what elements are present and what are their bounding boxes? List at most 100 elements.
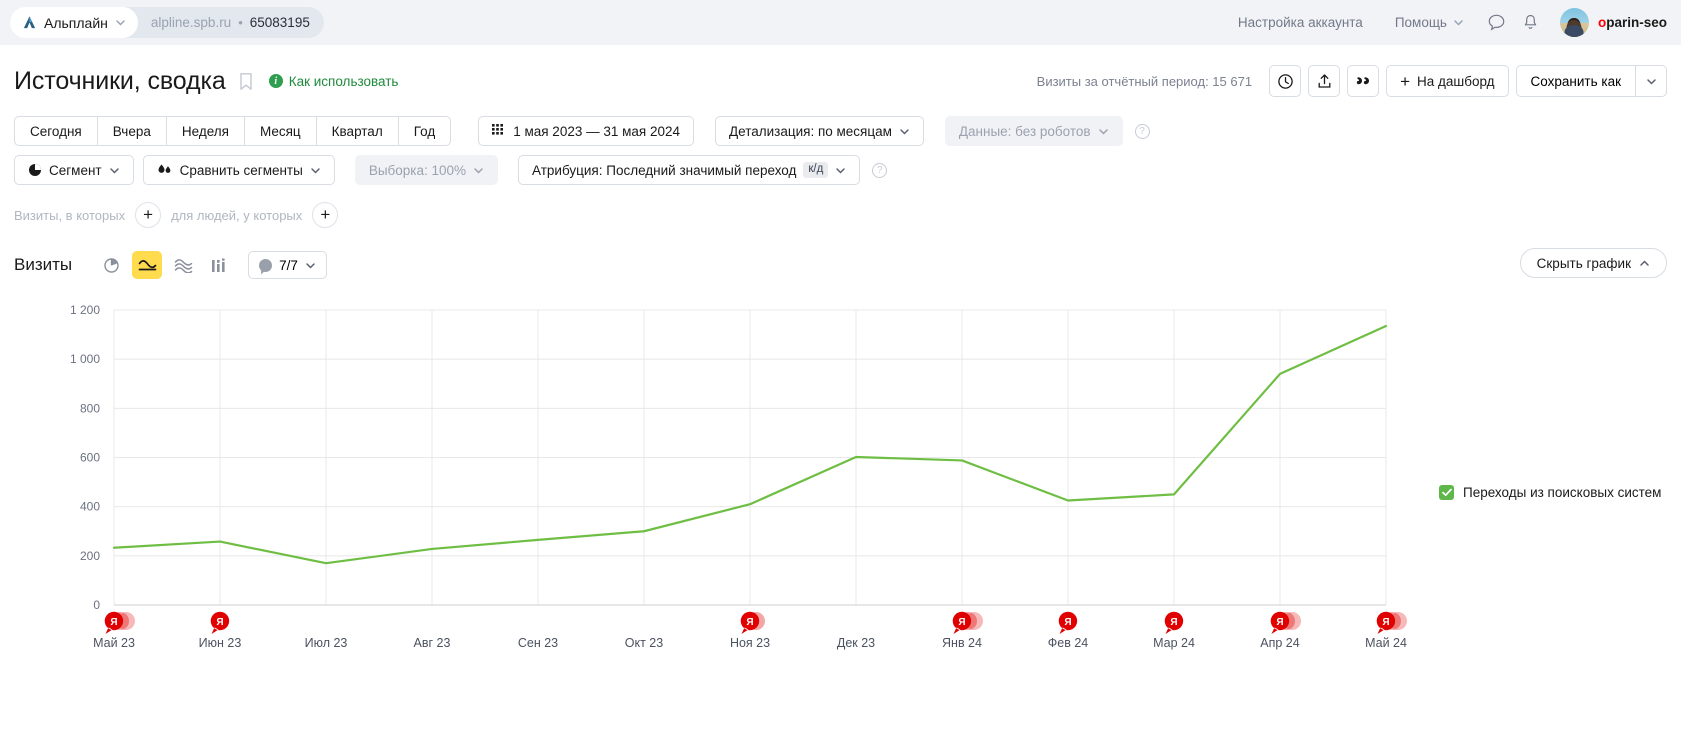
chart-legend: Переходы из поисковых систем [1439,485,1661,500]
pie-chart-type-button[interactable] [96,251,126,279]
legend-checkbox-search-traffic[interactable] [1439,485,1454,500]
chevron-down-icon [899,126,910,137]
svg-text:Май 24: Май 24 [1365,636,1407,650]
chart-container: 0 200 400 600 800 1 000 1 200 Май 23 Июн 23 Июл 2… [14,300,1667,680]
chart-metric-title: Визиты [14,255,73,274]
save-as-dropdown-toggle[interactable] [1635,65,1667,97]
svg-text:Мар 24: Мар 24 [1153,636,1195,650]
svg-text:Я: Я [1276,617,1283,628]
quote-marks-icon [1356,76,1369,84]
feedback-chat-button[interactable] [1480,6,1514,40]
period-preset-today[interactable]: Сегодня [14,116,98,146]
how-to-use-link[interactable]: i Как использовать [268,73,399,89]
counter-url-label: alpline.spb.ru [150,15,232,30]
page-header-actions: Визиты за отчётный период: 15 671 + На д… [1037,55,1667,107]
svg-text:Май 23: Май 23 [93,636,135,650]
line-chart-type-button[interactable] [132,251,163,279]
bookmark-icon[interactable] [239,72,253,91]
svg-text:Июл 23: Июл 23 [305,636,348,650]
export-button[interactable] [1308,65,1341,97]
svg-text:0: 0 [93,598,100,612]
counter-meta[interactable]: alpline.spb.ru • 65083195 [138,15,310,30]
user-menu[interactable]: oparin-seo [1548,8,1667,37]
svg-text:Я: Я [1064,617,1071,628]
compare-segments-label: Сравнить сегменты [179,162,303,178]
period-filter-row: Сегодня Вчера Неделя Месяц Квартал Год 1… [14,116,1667,146]
save-as-button[interactable]: Сохранить как [1515,65,1635,97]
sampling-dropdown[interactable]: Выборка: 100% [354,155,499,185]
period-preset-week[interactable]: Неделя [165,116,245,146]
clock-icon [1277,73,1293,89]
save-as-label: Сохранить как [1530,73,1621,89]
attribution-badge: к/д [803,162,829,178]
bar-chart-type-button[interactable] [204,251,234,279]
chevron-down-icon [1453,17,1464,28]
account-settings-label: Настройка аккаунта [1237,15,1363,30]
chevron-down-icon [305,260,316,271]
how-to-use-label: Как использовать [288,73,399,89]
area-chart-type-button[interactable] [168,251,198,279]
notifications-button[interactable] [1514,6,1548,40]
svg-text:1 000: 1 000 [70,352,100,366]
sampling-label: Выборка: 100% [368,162,467,178]
chevron-down-icon [109,165,120,176]
detail-level-label: Детализация: по месяцам [729,123,892,139]
bell-icon [1525,14,1537,29]
svg-text:Сен 23: Сен 23 [518,636,558,650]
segment-dropdown[interactable]: Сегмент [14,155,134,185]
page-content: Источники, сводка i Как использовать Виз… [0,55,1681,680]
chevron-down-icon [115,17,126,28]
username-prefix: o [1597,15,1607,30]
chevron-down-icon [1098,126,1109,137]
series-selector-dropdown[interactable]: 7/7 [248,251,327,279]
hide-chart-button[interactable]: Скрыть график [1519,248,1667,278]
separator-dot: • [238,15,243,30]
condition-builder-row: Визиты, в которых + для людей, у которых… [14,198,1667,232]
area-chart-icon [174,258,192,273]
comments-button[interactable] [1347,65,1380,97]
svg-text:Янв 24: Янв 24 [942,636,982,650]
add-to-dashboard-button[interactable]: + На дашборд [1386,65,1509,97]
people-condition-label: для людей, у которых [171,207,303,223]
account-settings-link[interactable]: Настройка аккаунта [1222,15,1379,30]
info-icon: i [268,74,283,88]
visits-line-chart[interactable]: 0 200 400 600 800 1 000 1 200 Май 23 Июн 23 Июл 2… [14,300,1414,680]
svg-text:Я: Я [110,617,117,628]
username-rest: parin-seo [1606,15,1667,30]
svg-text:Окт 23: Окт 23 [625,636,663,650]
counter-name-dropdown[interactable]: Альплайн [10,7,138,38]
chevron-down-icon [835,165,846,176]
help-menu[interactable]: Помощь [1379,15,1480,30]
counter-selector-group: Альплайн alpline.spb.ru • 65083195 [10,7,324,38]
svg-text:Июн 23: Июн 23 [199,636,242,650]
series-bubble-icon [259,258,273,272]
period-preset-quarter[interactable]: Квартал [315,116,399,146]
attribution-dropdown[interactable]: Атрибуция: Последний значимый переход к/… [518,155,861,185]
chevron-up-icon [1639,258,1650,269]
chevron-down-icon [310,165,321,176]
svg-text:Ноя 23: Ноя 23 [730,636,770,650]
svg-text:1 200: 1 200 [70,303,100,317]
date-range-picker[interactable]: 1 мая 2023 — 31 мая 2024 [478,116,694,146]
compare-drops-icon [158,164,171,173]
period-preset-year[interactable]: Год [397,116,452,146]
add-visit-condition-button[interactable]: + [135,202,162,228]
period-preset-yesterday[interactable]: Вчера [96,116,167,146]
period-presets: Сегодня Вчера Неделя Месяц Квартал Год [14,116,452,146]
svg-text:Я: Я [216,617,223,628]
compare-segments-dropdown[interactable]: Сравнить сегменты [142,155,335,185]
bar-chart-icon [211,258,225,272]
chat-bubble-icon [1489,14,1505,31]
svg-text:800: 800 [80,401,100,415]
history-button[interactable] [1269,65,1302,97]
period-preset-month[interactable]: Месяц [243,116,317,146]
chevron-down-icon [1646,76,1657,87]
detail-level-dropdown[interactable]: Детализация: по месяцам [715,116,924,146]
data-source-dropdown[interactable]: Данные: без роботов [944,116,1123,146]
svg-text:400: 400 [80,500,100,514]
data-source-help-icon[interactable]: ? [1134,123,1150,139]
add-people-condition-button[interactable]: + [312,202,339,228]
page-header-row: Источники, сводка i Как использовать Виз… [14,55,1667,107]
attribution-help-icon[interactable]: ? [872,162,888,178]
svg-text:Я: Я [746,617,753,628]
